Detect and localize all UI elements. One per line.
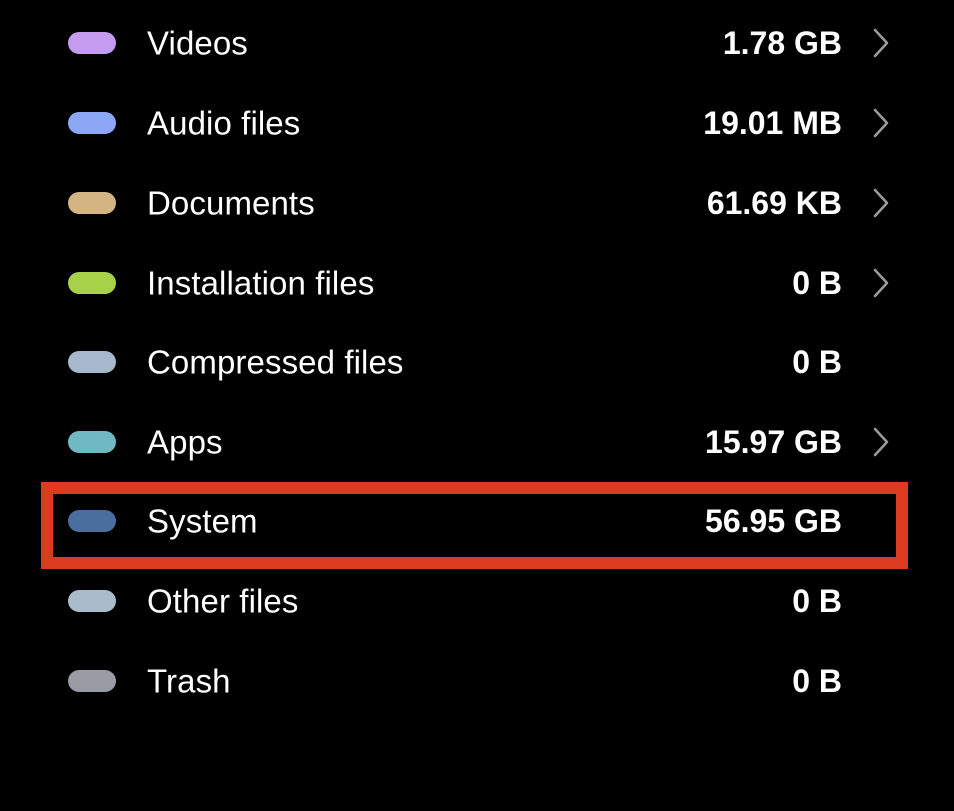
storage-row-trash: Trash 0 B [0, 641, 954, 721]
chevron-right-icon[interactable] [870, 266, 892, 300]
category-color-swatch-audio-files [68, 112, 116, 134]
category-label-audio-files: Audio files [147, 107, 300, 140]
category-label-compressed-files: Compressed files [147, 346, 404, 379]
category-color-swatch-videos [68, 32, 116, 54]
category-size-apps: 15.97 GB [705, 426, 842, 458]
category-color-swatch-apps [68, 431, 116, 453]
category-color-swatch-compressed-files [68, 351, 116, 373]
category-size-other-files: 0 B [792, 585, 842, 617]
storage-row-system: System 56.95 GB [0, 481, 954, 561]
storage-row-compressed-files: Compressed files 0 B [0, 322, 954, 402]
category-color-swatch-documents [68, 192, 116, 214]
category-size-compressed-files: 0 B [792, 346, 842, 378]
category-label-system: System [147, 505, 258, 538]
storage-row-other-files: Other files 0 B [0, 561, 954, 641]
category-color-swatch-installation-files [68, 272, 116, 294]
storage-row-apps[interactable]: Apps 15.97 GB [0, 402, 954, 482]
category-label-documents: Documents [147, 187, 315, 220]
storage-row-installation-files[interactable]: Installation files 0 B [0, 243, 954, 323]
category-color-swatch-trash [68, 670, 116, 692]
chevron-right-icon[interactable] [870, 26, 892, 60]
storage-row-audio-files[interactable]: Audio files 19.01 MB [0, 83, 954, 163]
chevron-right-icon[interactable] [870, 425, 892, 459]
chevron-right-icon[interactable] [870, 186, 892, 220]
category-label-other-files: Other files [147, 585, 299, 618]
category-label-trash: Trash [147, 665, 231, 698]
category-color-swatch-other-files [68, 590, 116, 612]
category-label-apps: Apps [147, 426, 223, 459]
category-color-swatch-system [68, 510, 116, 532]
category-size-installation-files: 0 B [792, 267, 842, 299]
category-size-documents: 61.69 KB [707, 187, 842, 219]
storage-row-documents[interactable]: Documents 61.69 KB [0, 163, 954, 243]
category-label-videos: Videos [147, 27, 248, 60]
storage-breakdown-list: Videos 1.78 GB Audio files 19.01 MB Document… [0, 0, 954, 811]
storage-row-videos[interactable]: Videos 1.78 GB [0, 3, 954, 83]
category-size-system: 56.95 GB [705, 505, 842, 537]
category-label-installation-files: Installation files [147, 267, 374, 300]
category-size-videos: 1.78 GB [723, 27, 842, 59]
category-size-audio-files: 19.01 MB [703, 107, 842, 139]
chevron-right-icon[interactable] [870, 106, 892, 140]
category-size-trash: 0 B [792, 665, 842, 697]
